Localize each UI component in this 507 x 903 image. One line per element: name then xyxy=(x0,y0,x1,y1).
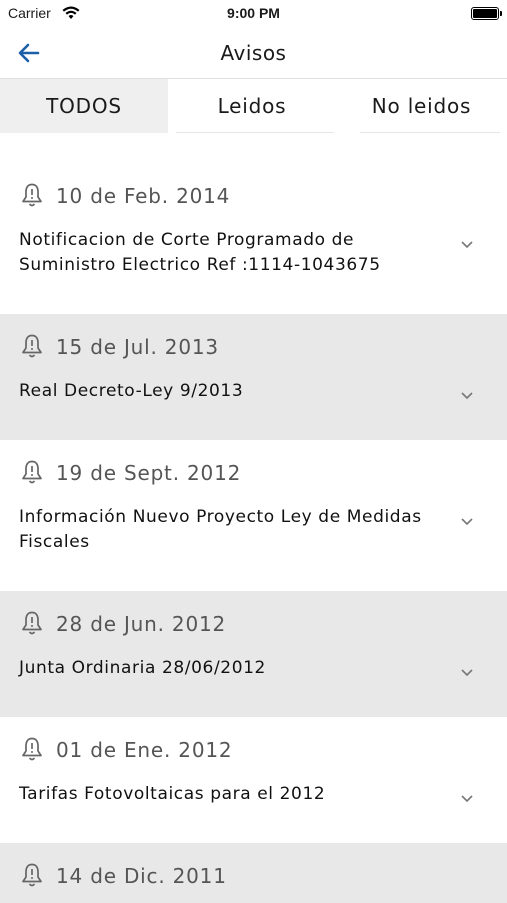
clock: 9:00 PM xyxy=(227,5,280,21)
notice-date: 14 de Dic. 2011 xyxy=(56,864,227,888)
list-item[interactable]: 01 de Ene. 2012 Tarifas Fotovoltaicas pa… xyxy=(0,717,507,843)
tab-no-leidos[interactable]: No leidos xyxy=(336,79,507,133)
list-item[interactable]: 28 de Jun. 2012 Junta Ordinaria 28/06/20… xyxy=(0,591,507,717)
chevron-down-icon[interactable] xyxy=(460,512,474,526)
chevron-down-icon[interactable] xyxy=(460,235,474,249)
notice-date: 10 de Feb. 2014 xyxy=(56,184,231,208)
chevron-down-icon[interactable] xyxy=(460,386,474,400)
bell-icon xyxy=(20,333,44,359)
chevron-down-icon[interactable] xyxy=(460,789,474,803)
notice-date: 15 de Jul. 2013 xyxy=(56,335,219,359)
tab-leidos[interactable]: Leidos xyxy=(168,79,336,133)
chevron-down-icon[interactable] xyxy=(460,663,474,677)
notice-title: Notificacion de Corte Programado de Sumi… xyxy=(19,230,381,275)
status-bar: Carrier 9:00 PM xyxy=(0,0,507,28)
bell-icon xyxy=(20,459,44,485)
notice-date: 19 de Sept. 2012 xyxy=(56,461,242,485)
tab-bar: TODOS Leidos No leidos xyxy=(0,79,507,133)
bell-icon xyxy=(20,862,44,888)
notice-title: Real Decreto-Ley 9/2013 xyxy=(19,381,244,401)
notice-date: 01 de Ene. 2012 xyxy=(56,738,233,762)
page-title: Avisos xyxy=(220,41,287,65)
nav-bar: Avisos xyxy=(0,28,507,79)
notice-title: Información Nuevo Proyecto Ley de Medida… xyxy=(19,507,422,552)
bell-icon xyxy=(20,182,44,208)
notices-list: 10 de Feb. 2014 Notificacion de Corte Pr… xyxy=(0,133,507,903)
list-item[interactable]: 19 de Sept. 2012 Información Nuevo Proye… xyxy=(0,440,507,591)
notice-title: Tarifas Fotovoltaicas para el 2012 xyxy=(19,784,326,804)
notice-date: 28 de Jun. 2012 xyxy=(56,612,227,636)
list-item[interactable]: 14 de Dic. 2011 xyxy=(0,843,507,903)
bell-icon xyxy=(20,610,44,636)
tab-todos[interactable]: TODOS xyxy=(0,79,168,133)
notice-title: Junta Ordinaria 28/06/2012 xyxy=(19,658,266,678)
bell-icon xyxy=(20,736,44,762)
list-item[interactable]: 10 de Feb. 2014 Notificacion de Corte Pr… xyxy=(0,133,507,314)
list-item[interactable]: 15 de Jul. 2013 Real Decreto-Ley 9/2013 xyxy=(0,314,507,440)
battery-icon xyxy=(471,7,502,20)
